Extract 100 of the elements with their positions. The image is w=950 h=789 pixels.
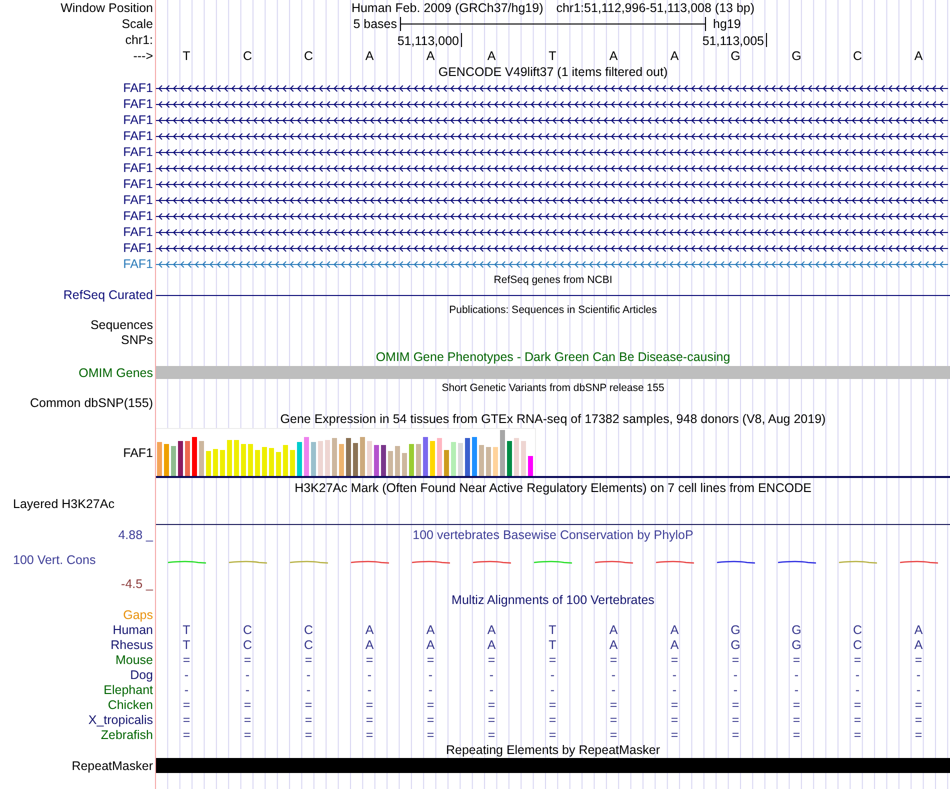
track-label[interactable]: RefSeq Curated xyxy=(63,288,153,302)
expression-bar[interactable] xyxy=(248,444,253,476)
track-label[interactable]: OMIM Genes xyxy=(78,366,153,380)
species-label[interactable]: Dog xyxy=(130,669,153,682)
alignment-cell-text: = xyxy=(852,699,862,712)
gene-line[interactable] xyxy=(156,294,950,296)
expression-bar[interactable] xyxy=(262,447,267,476)
transcript-line[interactable] xyxy=(156,132,948,140)
expression-bar[interactable] xyxy=(311,442,316,476)
track-label[interactable]: Layered H3K27Ac xyxy=(13,498,114,510)
expression-bar[interactable] xyxy=(325,440,330,476)
species-label[interactable]: Human xyxy=(112,624,153,637)
expression-bar[interactable] xyxy=(339,444,344,476)
expression-bar[interactable] xyxy=(486,447,491,476)
expression-bar[interactable] xyxy=(451,442,456,476)
expression-bar[interactable] xyxy=(444,450,449,476)
expression-bar[interactable] xyxy=(283,445,288,476)
expression-bar[interactable] xyxy=(465,438,470,476)
expression-bar[interactable] xyxy=(199,440,204,476)
transcript-line[interactable] xyxy=(156,164,948,172)
expression-bar[interactable] xyxy=(304,437,309,476)
track-label[interactable]: Common dbSNP(155) xyxy=(30,397,153,410)
expression-bar[interactable] xyxy=(360,437,365,476)
expression-bar[interactable] xyxy=(416,444,421,476)
expression-bar[interactable] xyxy=(185,440,190,476)
expression-bar[interactable] xyxy=(381,445,386,476)
expression-bar[interactable] xyxy=(521,440,526,476)
alignment-cell-text: - xyxy=(549,684,556,697)
gene-label[interactable]: FAF1 xyxy=(123,82,153,94)
expression-bar[interactable] xyxy=(171,446,176,476)
species-label[interactable]: Elephant xyxy=(104,684,153,697)
gene-label[interactable]: FAF1 xyxy=(123,242,153,254)
expression-bar[interactable] xyxy=(353,442,358,476)
expression-bar[interactable] xyxy=(437,438,442,476)
species-label[interactable]: Rhesus xyxy=(110,639,153,652)
expression-bar[interactable] xyxy=(388,450,393,476)
expression-bar[interactable] xyxy=(367,440,372,476)
expression-bar[interactable] xyxy=(528,456,533,476)
expression-bar[interactable] xyxy=(514,438,519,476)
expression-bar[interactable] xyxy=(318,440,323,476)
expression-bar[interactable] xyxy=(269,448,274,476)
track-label[interactable]: RepeatMasker xyxy=(72,760,153,772)
species-label[interactable]: Mouse xyxy=(115,654,153,667)
gene-label[interactable]: FAF1 xyxy=(123,98,153,110)
transcript-line[interactable] xyxy=(156,180,948,188)
expression-bar[interactable] xyxy=(402,452,407,476)
gene-label[interactable]: FAF1 xyxy=(123,146,153,158)
transcript-line[interactable] xyxy=(156,228,948,236)
gene-label[interactable]: FAF1 xyxy=(123,114,153,126)
track-label[interactable]: SNPs xyxy=(121,334,153,347)
expression-bar[interactable] xyxy=(507,440,512,476)
species-label[interactable]: Zebrafish xyxy=(100,729,153,742)
expression-bar[interactable] xyxy=(290,450,295,476)
expression-bar[interactable] xyxy=(409,444,414,476)
expression-bar[interactable] xyxy=(395,446,400,476)
transcript-line[interactable] xyxy=(156,100,948,108)
expression-bar[interactable] xyxy=(241,444,246,476)
species-label[interactable]: X_tropicalis xyxy=(88,714,153,727)
gene-label[interactable]: FAF1 xyxy=(123,226,153,238)
expression-bar[interactable] xyxy=(157,442,162,476)
expression-bar[interactable] xyxy=(178,440,183,476)
transcript-line[interactable] xyxy=(156,84,948,92)
track-label[interactable]: FAF1 xyxy=(123,446,153,460)
expression-bar[interactable] xyxy=(430,440,435,476)
transcript-line[interactable] xyxy=(156,244,948,252)
track-label[interactable]: Sequences xyxy=(90,319,153,332)
expression-bar[interactable] xyxy=(206,450,211,476)
expression-bar[interactable] xyxy=(276,452,281,476)
gene-label[interactable]: FAF1 xyxy=(123,210,153,222)
alignment-cell-text: T xyxy=(548,624,558,637)
expression-bar[interactable] xyxy=(234,440,239,476)
alignment-cell-text: = xyxy=(304,699,314,712)
transcript-line[interactable] xyxy=(156,116,948,124)
expression-bar[interactable] xyxy=(297,442,302,476)
expression-bar[interactable] xyxy=(479,445,484,476)
gene-label[interactable]: FAF1 xyxy=(123,178,153,190)
gene-label[interactable]: FAF1 xyxy=(123,258,153,270)
gene-label[interactable]: FAF1 xyxy=(123,130,153,142)
expression-bar[interactable] xyxy=(255,450,260,476)
species-label[interactable]: Chicken xyxy=(108,699,153,712)
transcript-line[interactable] xyxy=(156,196,948,204)
track-label[interactable]: 100 Vert. Cons xyxy=(13,554,96,566)
gene-label[interactable]: FAF1 xyxy=(123,162,153,174)
expression-bar[interactable] xyxy=(227,440,232,476)
expression-bar[interactable] xyxy=(374,444,379,476)
gene-label[interactable]: FAF1 xyxy=(123,194,153,206)
feature-bar[interactable] xyxy=(156,366,950,379)
expression-bar[interactable] xyxy=(192,436,197,476)
transcript-line[interactable] xyxy=(156,212,948,220)
expression-bar[interactable] xyxy=(423,436,428,476)
expression-bar[interactable] xyxy=(493,447,498,476)
expression-bar[interactable] xyxy=(458,442,463,476)
expression-bar[interactable] xyxy=(220,450,225,476)
expression-bar[interactable] xyxy=(472,437,477,476)
expression-bar[interactable] xyxy=(332,438,337,476)
transcript-line[interactable] xyxy=(156,148,948,156)
expression-bar[interactable] xyxy=(213,448,218,476)
feature-bar[interactable] xyxy=(156,758,950,773)
expression-bar[interactable] xyxy=(164,444,169,476)
expression-bar[interactable] xyxy=(346,438,351,476)
